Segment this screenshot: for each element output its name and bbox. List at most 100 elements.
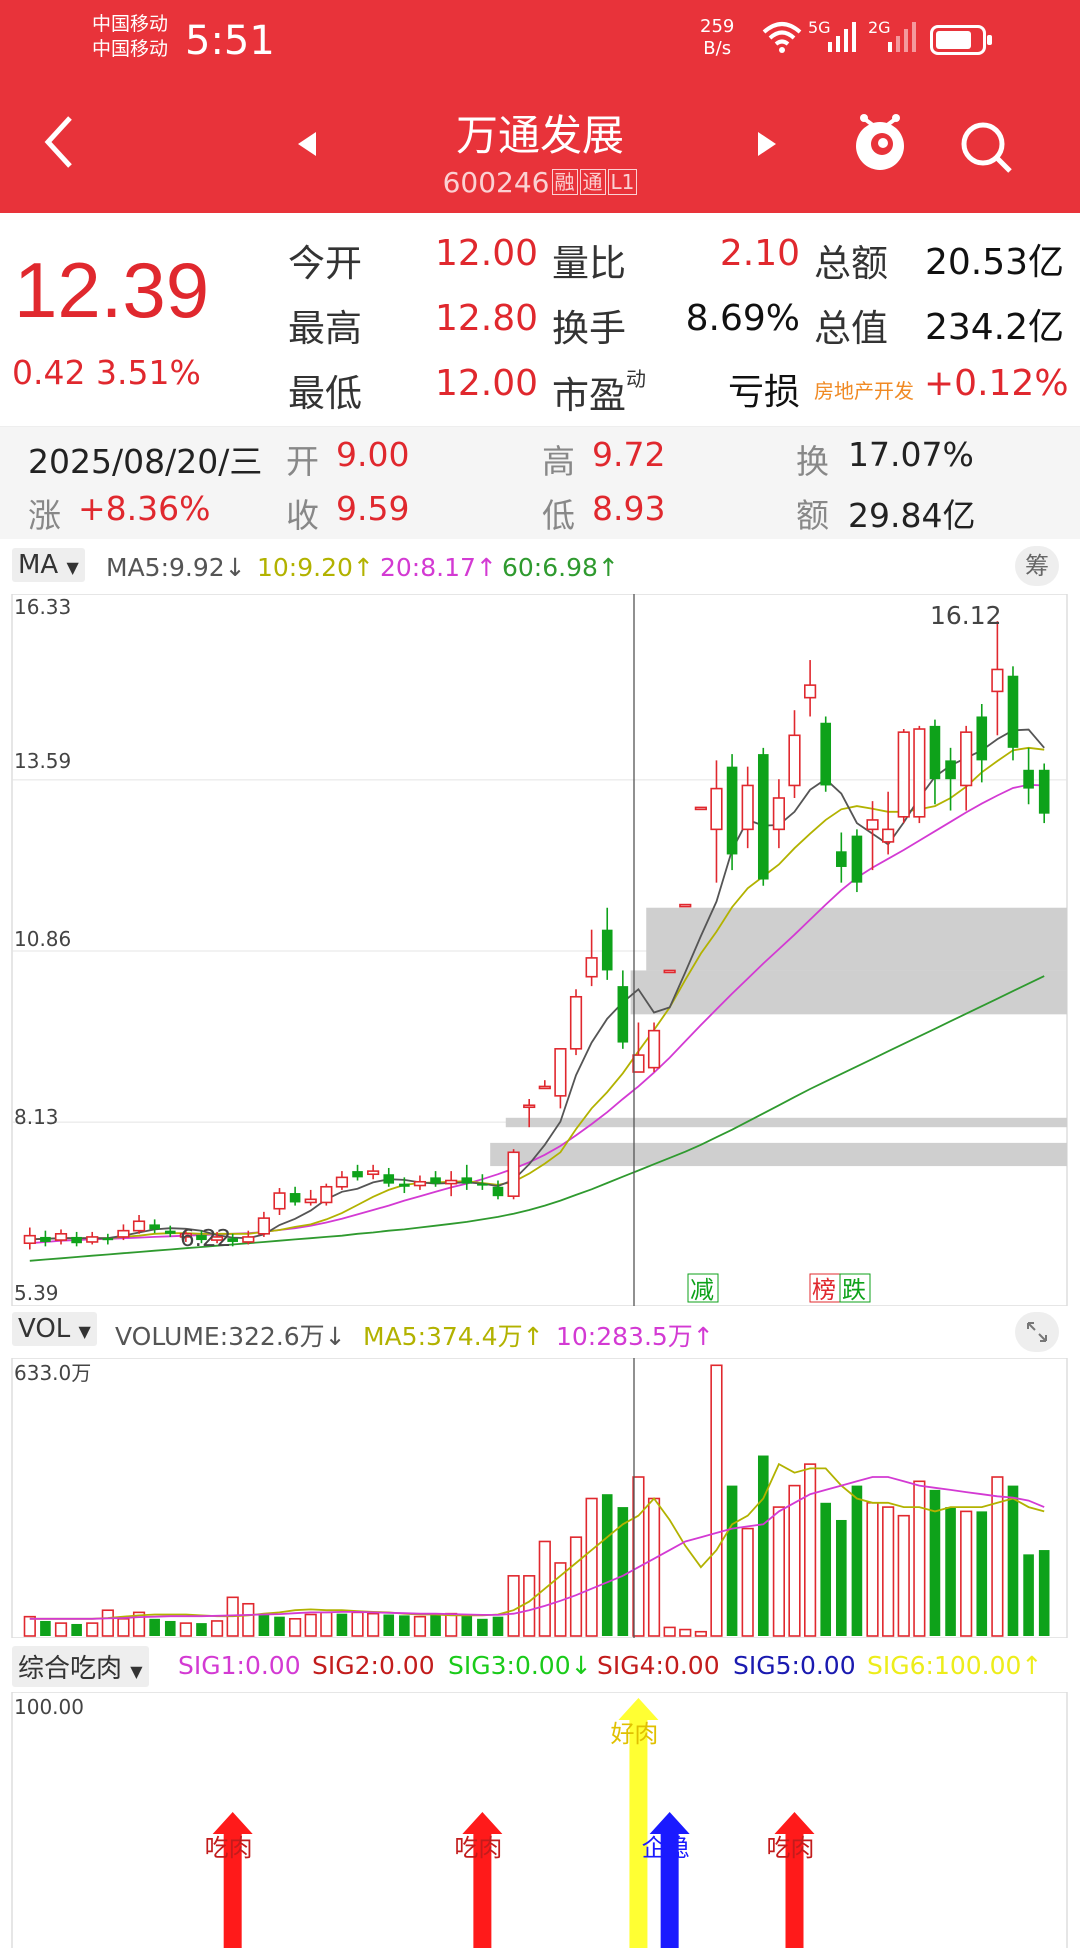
selected-date: 2025/08/20/三 [28, 442, 263, 481]
candle-body [507, 1151, 520, 1197]
candle [1007, 666, 1019, 761]
candle-body [132, 1220, 146, 1232]
candle [507, 1149, 520, 1200]
ma5-value: MA5:9.92↓ [106, 553, 246, 582]
sig2-value: SIG2:0.00 [312, 1651, 435, 1680]
search-button[interactable] [958, 118, 1014, 178]
candle-body [492, 1186, 504, 1197]
value-amount: 20.53亿 [924, 242, 1064, 283]
battery-icon [930, 25, 992, 55]
candle-body [601, 929, 613, 971]
candle-body [820, 722, 832, 786]
signal-icon [828, 22, 856, 52]
sig-selector-label: 综合吃肉 [18, 1654, 123, 1684]
candle-body [399, 1183, 410, 1187]
candle-body [897, 731, 910, 818]
volume-bar [772, 1506, 786, 1637]
mascot-button[interactable] [852, 112, 908, 176]
expand-button[interactable] [1015, 1312, 1059, 1352]
candle-body [960, 731, 973, 787]
label-volume-ratio: 量比 [552, 242, 626, 285]
candle-body [741, 784, 754, 831]
value-day-high: 9.72 [592, 435, 666, 474]
candle-body [851, 835, 863, 883]
candle-body [788, 734, 801, 787]
value-low: 12.00 [434, 363, 538, 404]
sig6-value: SIG6:100.00↑ [867, 1651, 1043, 1680]
sector-link[interactable]: 房地产开发 [814, 375, 914, 404]
volume-bar [304, 1613, 317, 1637]
volume-bar [507, 1575, 520, 1637]
dropdown-caret-icon: ▼ [130, 1662, 143, 1681]
candle-body [523, 1104, 536, 1109]
volume-bar [399, 1615, 410, 1636]
candle-body [445, 1179, 458, 1185]
volume-bar [71, 1623, 82, 1636]
candle-body [617, 986, 629, 1043]
sig5-value: SIG5:0.00 [733, 1651, 856, 1680]
signal-arrow-label: 好肉 [610, 1720, 658, 1748]
volume-bar [164, 1620, 176, 1636]
signal-arrow-label: 企稳 [642, 1834, 690, 1862]
label-day-high: 高 [542, 442, 575, 481]
vol-ma5-value: MA5:374.4万↑ [363, 1322, 544, 1351]
volume-bar [274, 1616, 285, 1636]
candle-body [866, 819, 879, 831]
candle [897, 729, 910, 824]
candle-body [383, 1174, 395, 1184]
volume-bar [258, 1614, 270, 1636]
kline-chart[interactable]: 16.33 13.59 10.86 8.13 5.39 16.12 6.22 减… [0, 594, 1080, 1306]
sig-selector[interactable]: 综合吃肉 ▼ [12, 1646, 149, 1687]
candle [913, 725, 926, 824]
label-day-amount: 额 [796, 496, 829, 535]
value-high: 12.80 [434, 298, 538, 339]
value-market-cap: 234.2亿 [924, 307, 1064, 348]
next-stock-button[interactable] [756, 130, 778, 166]
volume-bar [882, 1506, 895, 1637]
volume-bar [960, 1510, 973, 1637]
volume-bar [757, 1455, 769, 1636]
volume-bar [679, 1628, 692, 1637]
candle [663, 969, 676, 974]
volume-chart[interactable]: 633.0万 [0, 1358, 1080, 1638]
signal-ylabel: 100.00 [14, 1695, 84, 1719]
candle-body [913, 728, 926, 818]
kline-low-marker: 6.22 [180, 1226, 231, 1252]
ma-selector[interactable]: MA ▼ [12, 548, 85, 582]
volume-bar [523, 1575, 536, 1637]
volume-bar [149, 1618, 160, 1636]
volume-bar [820, 1502, 832, 1636]
value-volume-ratio: 2.10 [719, 233, 800, 274]
signal-chart[interactable]: 吃肉 吃肉 好肉企稳 吃肉 100.00 [0, 1692, 1080, 1948]
volume-bar [351, 1611, 364, 1637]
candle-body [461, 1177, 473, 1184]
volume-bar [913, 1480, 926, 1637]
caret-right-icon [758, 132, 776, 156]
volume-bar [430, 1614, 441, 1636]
chip-distribution-button[interactable]: 筹 [1015, 546, 1059, 586]
sector-change: +0.12% [924, 363, 1069, 404]
value-pe: 亏损 [727, 372, 800, 413]
value-day-low: 8.93 [592, 489, 666, 528]
net-speed: 259 B/s [700, 16, 734, 60]
volume-bar [54, 1622, 68, 1637]
label-day-change: 涨 [28, 496, 61, 535]
candle-body [102, 1238, 114, 1241]
label-open: 今开 [288, 242, 362, 285]
candle-body [413, 1180, 427, 1187]
candle-body [632, 1054, 645, 1073]
label-market-cap: 总值 [814, 307, 888, 350]
candle-body [538, 1085, 551, 1090]
volume-bar [492, 1616, 504, 1636]
volume-bar [461, 1615, 473, 1636]
label-day-low: 低 [542, 496, 575, 535]
vol-selector-label: VOL [18, 1314, 71, 1344]
vol-selector[interactable]: VOL ▼ [12, 1312, 97, 1346]
sig-indicator-bar: 综合吃肉 ▼ SIG1:0.00 SIG2:0.00 SIG3:0.00↓ SI… [0, 1642, 1080, 1692]
volume-bar [1038, 1550, 1050, 1636]
volume-bar [851, 1485, 863, 1636]
kline-ylabel-bottom: 5.39 [14, 1281, 59, 1305]
candle-body [803, 684, 817, 699]
candle-body [149, 1224, 160, 1230]
signal-arrow-label: 吃肉 [454, 1834, 502, 1862]
